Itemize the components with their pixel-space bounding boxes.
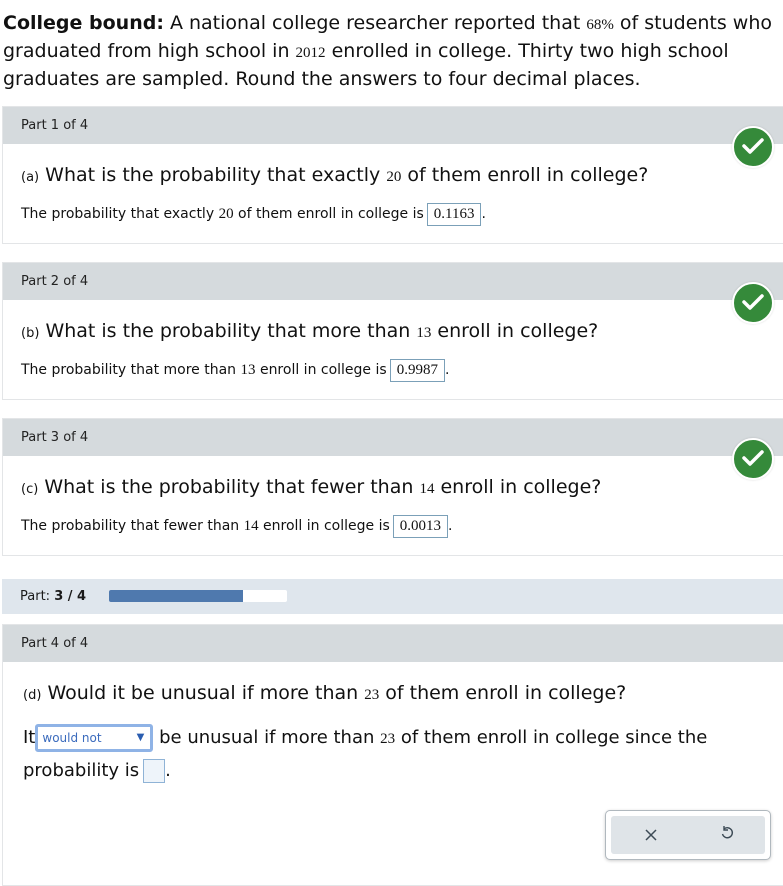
question-label: (b) (21, 326, 40, 341)
answer-text: of them enroll in college is (233, 206, 424, 222)
question-number: 23 (364, 687, 380, 703)
question-text: (c) What is the probability that fewer t… (21, 476, 601, 498)
answer-sentence: The probability that exactly 20 of them … (21, 203, 486, 226)
answer-tools (605, 810, 771, 860)
progress-fill (109, 590, 243, 602)
question-label: (a) (21, 170, 40, 185)
answer-input[interactable]: 0.1163 (426, 203, 482, 226)
would-select-dropdown[interactable]: would not ▼ (35, 724, 154, 752)
answer-text: The probability that fewer than (21, 518, 244, 534)
clear-button[interactable] (615, 816, 687, 854)
answer-input[interactable]: 0.9987 (389, 359, 445, 382)
question-part: enroll in college? (431, 320, 599, 342)
question-number: 20 (386, 169, 402, 185)
check-circle-icon (732, 126, 774, 168)
answer-text: It (23, 727, 36, 748)
answer-text: enroll in college is (255, 362, 387, 378)
select-value: would not (42, 731, 102, 745)
question-text: (d) Would it be unusual if more than 23 … (23, 682, 626, 704)
chevron-down-icon: ▼ (136, 732, 145, 743)
year-value: 2012 (295, 45, 326, 61)
part-1-panel: Part 1 of 4 (a) What is the probability … (2, 106, 783, 244)
question-text: (a) What is the probability that exactly… (21, 164, 648, 186)
answer-sentence: It would not ▼ be unusual if more than 23 … (23, 722, 763, 787)
progress-bar (109, 590, 287, 602)
answer-text: be unusual if more than (159, 727, 381, 748)
question-part: What is the probability that fewer than (38, 476, 420, 498)
problem-statement: College bound: A national college resear… (3, 10, 781, 92)
answer-text: enroll in college is (258, 518, 390, 534)
question-label: (c) (21, 482, 39, 497)
answer-number: 13 (240, 362, 256, 378)
problem-title: College bound: (3, 12, 164, 34)
answer-sentence: The probability that fewer than 14 enrol… (21, 515, 452, 538)
percent-value: 68% (586, 17, 614, 33)
question-part: of them enroll in college? (379, 682, 627, 704)
part-header: Part 2 of 4 (3, 263, 783, 300)
question-part: What is the probability that exactly (39, 164, 387, 186)
part-header: Part 3 of 4 (3, 419, 783, 456)
part-header: Part 4 of 4 (3, 625, 783, 662)
answer-number: 20 (218, 206, 234, 222)
question-part: of them enroll in college? (401, 164, 649, 186)
progress-label: Part: 3 / 4 (20, 589, 86, 604)
check-circle-icon (732, 438, 774, 480)
answer-input[interactable]: 0.0013 (392, 515, 449, 538)
answer-number: 14 (243, 518, 259, 534)
question-part: Would it be unusual if more than (41, 682, 365, 704)
close-icon (645, 826, 657, 845)
undo-button[interactable] (691, 816, 763, 854)
answer-text: The probability that exactly (21, 206, 219, 222)
answer-sentence: The probability that more than 13 enroll… (21, 359, 449, 382)
part-3-panel: Part 3 of 4 (c) What is the probability … (2, 418, 783, 556)
question-part: What is the probability that more than (39, 320, 417, 342)
check-circle-icon (732, 282, 774, 324)
question-text: (b) What is the probability that more th… (21, 320, 598, 342)
progress-value: 3 / 4 (54, 589, 87, 604)
answer-text: The probability that more than (21, 362, 241, 378)
question-number: 14 (419, 481, 435, 497)
part-2-panel: Part 2 of 4 (b) What is the probability … (2, 262, 783, 400)
question-label: (d) (23, 688, 42, 703)
part-header: Part 1 of 4 (3, 107, 783, 144)
probability-input[interactable] (143, 759, 166, 783)
intro-text: A national college researcher reported t… (163, 12, 587, 34)
question-number: 13 (416, 325, 432, 341)
undo-icon (720, 825, 734, 845)
question-part: enroll in college? (434, 476, 602, 498)
answer-number: 23 (380, 731, 396, 747)
progress-label-text: Part: (20, 589, 55, 604)
progress-bar-panel: Part: 3 / 4 (2, 579, 783, 614)
